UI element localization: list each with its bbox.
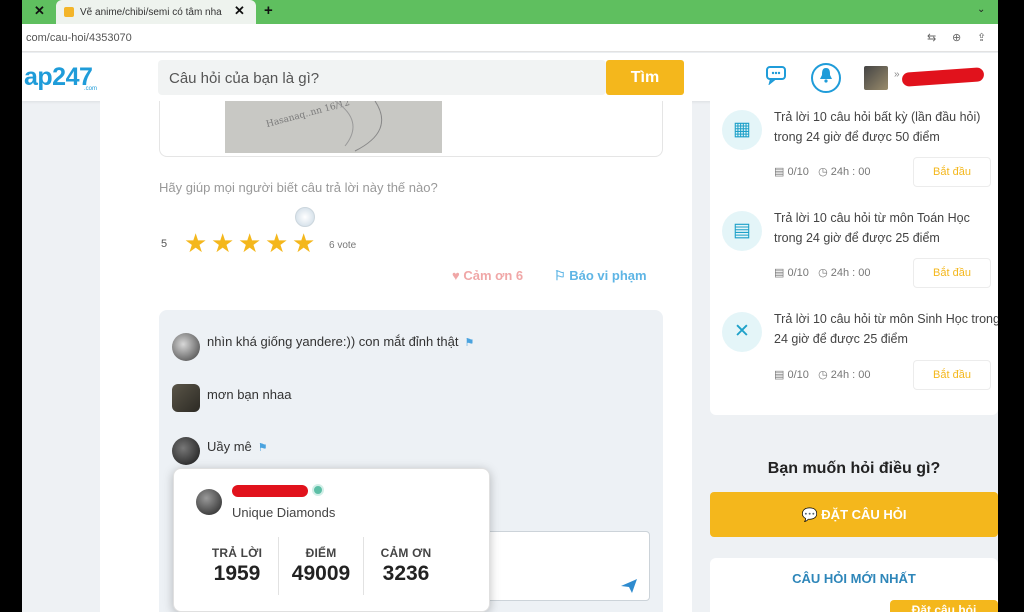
chat-icon[interactable] [764, 65, 788, 89]
commenter-avatar[interactable] [172, 333, 200, 361]
bell-icon[interactable] [811, 63, 841, 93]
search-input[interactable]: Câu hỏi của bạn là gì? [158, 60, 606, 95]
new-questions-title: CÂU HỎI MỚI NHẤT [792, 571, 916, 586]
stat-label: ĐIỂM [305, 546, 337, 560]
stat-value: 1959 [213, 562, 261, 585]
ask-chat-icon: 💬 [801, 507, 818, 522]
rating-globe-icon [295, 207, 315, 227]
document-icon: ▤ [774, 369, 785, 381]
address-bar[interactable]: com/cau-hoi/4353070 ⇆ ⊕ ⇪ [22, 24, 998, 52]
task-meta: ▤ 0/10 ◷ 24h : 00 [774, 368, 871, 381]
answer-image[interactable]: Hasanaq..nn 16/12 [225, 101, 442, 153]
translate-icon[interactable]: ⇆ [927, 31, 936, 44]
vote-count: 6 vote [329, 240, 357, 251]
tab-active[interactable]: Vẽ anime/chibi/semi có tâm nha [56, 0, 256, 24]
stat-label: TRẢ LỜI [211, 546, 263, 560]
tasks-panel: ▦ Trả lời 10 câu hỏi bất kỳ (lần đầu hỏi… [710, 101, 998, 415]
comment-item: mơn bạn nhaa [207, 387, 291, 402]
task-progress: 0/10 [787, 267, 809, 279]
document-icon: ▤ [774, 166, 785, 178]
task-title: Trả lời 10 câu hỏi từ môn Sinh Học trong… [774, 312, 998, 346]
tab-bar: ✕ Vẽ anime/chibi/semi có tâm nha ✕ + ⌄ [22, 0, 998, 24]
redacted-username [901, 67, 985, 87]
clock-icon: ◷ [818, 166, 828, 178]
commenter-avatar[interactable] [172, 384, 200, 412]
close-tab-icon[interactable]: ✕ [34, 3, 45, 19]
profile-rank: Unique Diamonds [232, 505, 336, 520]
ask-question-small-button[interactable]: Đặt câu hỏi [890, 600, 998, 612]
site-header: ap247 .com Câu hỏi của bạn là gì? Tìm » [22, 53, 998, 101]
report-button[interactable]: ⚐ Báo vi phạm [554, 268, 647, 284]
user-avatar[interactable] [864, 66, 888, 90]
ask-prompt: Bạn muốn hỏi điều gì? [767, 460, 941, 477]
search-button[interactable]: Tìm [606, 60, 684, 95]
rank-badge-icon [312, 484, 324, 496]
task-time: 24h : 00 [830, 166, 871, 178]
task-title: Trả lời 10 câu hỏi từ môn Toán Học trong… [774, 211, 970, 245]
grid-icon: ▦ [722, 110, 762, 150]
stat-label: CẢM ƠN [380, 546, 432, 560]
flag-icon[interactable]: ⚑ [258, 442, 268, 454]
commenter-avatar[interactable] [172, 437, 200, 465]
new-questions-panel: CÂU HỎI MỚI NHẤT Đặt câu hỏi [710, 558, 998, 612]
rating-value: 5 [161, 238, 168, 250]
url-text[interactable]: com/cau-hoi/4353070 [26, 32, 132, 44]
user-profile-popup: Unique Diamonds TRẢ LỜI 1959 ĐIỂM 49009 … [173, 468, 490, 612]
task-start-button[interactable]: Bắt đầu [913, 360, 991, 390]
comment-text: Uầy mê [207, 439, 252, 454]
task-time: 24h : 00 [830, 369, 871, 381]
flag-icon[interactable]: ⚑ [465, 337, 475, 349]
stat-answers: TRẢ LỜI 1959 [194, 546, 280, 586]
task-start-button[interactable]: Bắt đầu [913, 157, 991, 187]
clock-icon: ◷ [818, 267, 828, 279]
tab-title: Vẽ anime/chibi/semi có tâm nha [80, 6, 222, 18]
star-icon[interactable]: ★ [292, 228, 319, 258]
star-icon[interactable]: ★ [238, 228, 265, 258]
share-icon[interactable]: ⇪ [977, 31, 986, 44]
task-start-button[interactable]: Bắt đầu [913, 258, 991, 288]
star-icon[interactable]: ★ [211, 228, 238, 258]
task-time: 24h : 00 [830, 267, 871, 279]
dna-icon: ✕ [722, 312, 762, 352]
clock-icon: ◷ [818, 369, 828, 381]
comment-text: mơn bạn nhaa [207, 387, 292, 402]
comment-text: nhìn khá giống yandere:)) con mắt đỉnh t… [207, 334, 459, 349]
thanks-button[interactable]: ♥ Cảm ơn 6 [452, 268, 523, 283]
comment-item: nhìn khá giống yandere:)) con mắt đỉnh t… [207, 334, 474, 349]
rating-stars[interactable]: ★ ★ ★ ★ ★ [184, 228, 319, 258]
task-meta: ▤ 0/10 ◷ 24h : 00 [774, 266, 871, 279]
stat-value: 49009 [291, 562, 351, 585]
rating-prompt: Hãy giúp mọi người biết câu trả lời này … [159, 180, 438, 195]
ask-question-label: ĐẶT CÂU HỎI [821, 507, 907, 522]
new-tab-icon[interactable]: + [264, 2, 273, 19]
comment-item: Uầy mê ⚑ [207, 439, 268, 454]
stat-value: 3236 [382, 562, 430, 585]
zoom-icon[interactable]: ⊕ [952, 31, 961, 44]
calculator-icon: ▤ [722, 211, 762, 251]
browser-window: ✕ Vẽ anime/chibi/semi có tâm nha ✕ + ⌄ c… [22, 0, 998, 612]
task-progress: 0/10 [787, 369, 809, 381]
star-icon[interactable]: ★ [184, 228, 211, 258]
search-placeholder: Câu hỏi của bạn là gì? [169, 70, 320, 87]
ask-question-button[interactable]: 💬 ĐẶT CÂU HỎI [710, 492, 998, 537]
redacted-username [232, 485, 308, 497]
star-icon[interactable]: ★ [265, 228, 292, 258]
close-tab-icon[interactable]: ✕ [234, 3, 245, 19]
site-favicon-icon [64, 7, 74, 17]
chevron-down-icon[interactable]: ⌄ [977, 4, 985, 15]
send-icon[interactable] [620, 578, 638, 599]
stat-thanks: CẢM ƠN 3236 [363, 546, 449, 586]
task-title: Trả lời 10 câu hỏi bất kỳ (lần đầu hỏi) … [774, 110, 981, 144]
task-meta: ▤ 0/10 ◷ 24h : 00 [774, 165, 871, 178]
stat-points: ĐIỂM 49009 [278, 546, 364, 586]
task-progress: 0/10 [787, 166, 809, 178]
chevron-down-icon[interactable]: » [894, 69, 900, 80]
document-icon: ▤ [774, 267, 785, 279]
site-logo-sub: .com [84, 86, 98, 92]
site-logo[interactable]: ap247 [24, 63, 93, 92]
profile-avatar[interactable] [196, 489, 222, 515]
